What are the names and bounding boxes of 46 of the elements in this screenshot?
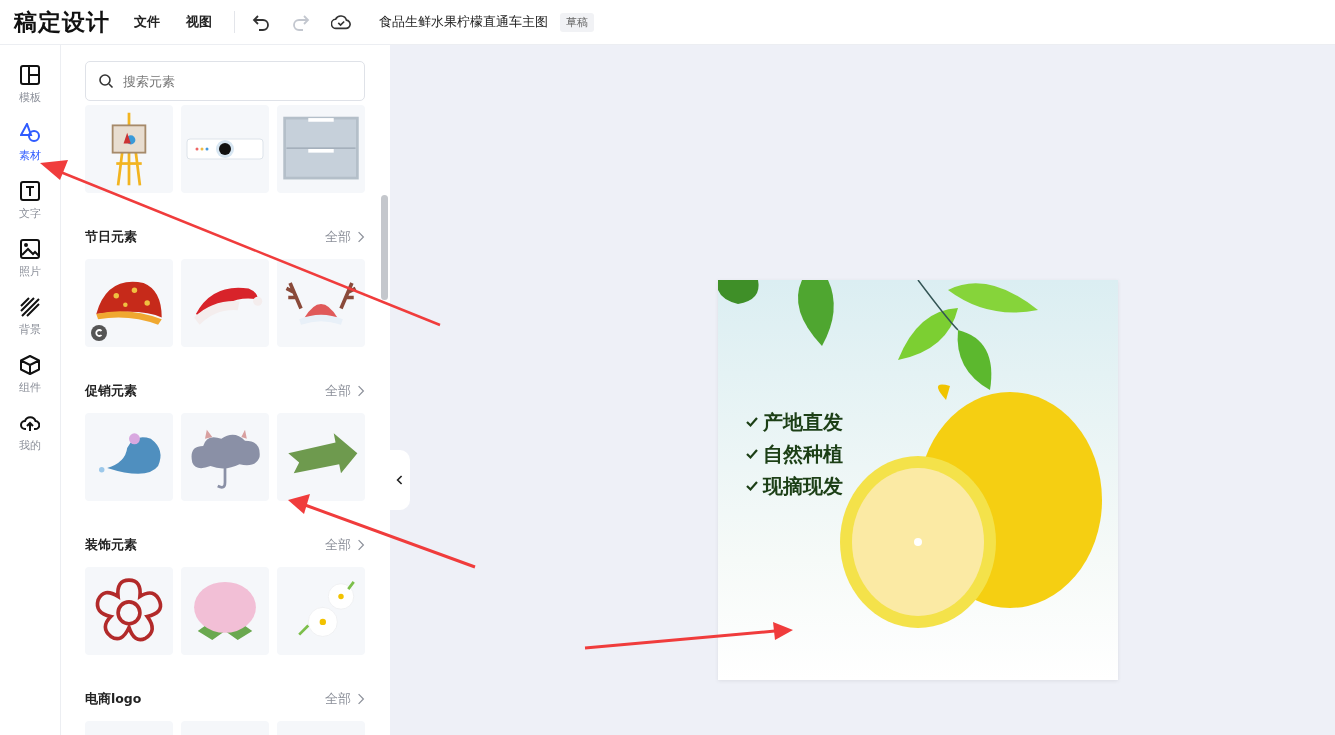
sidebar-tab[interactable]: 我的 <box>5 411 55 455</box>
stripes-icon <box>20 297 40 317</box>
see-all-link[interactable]: 全部 <box>325 382 365 400</box>
section-title: 节日元素 <box>85 228 137 246</box>
section-title: 促销元素 <box>85 382 137 400</box>
app-logo[interactable]: 稿定设计 <box>14 6 110 38</box>
chevron-right-icon <box>357 693 365 705</box>
cloud-upload-icon <box>20 413 40 433</box>
sidebar-tab[interactable]: 组件 <box>5 353 55 397</box>
sidebar-tab[interactable]: 模板 <box>5 63 55 107</box>
sidebar-tab[interactable]: 背景 <box>5 295 55 339</box>
sidebar-tab[interactable]: 照片 <box>5 237 55 281</box>
see-all-link[interactable]: 全部 <box>325 536 365 554</box>
feature-text: 自然种植 <box>763 441 843 468</box>
text-icon <box>20 181 40 201</box>
copyright-icon <box>91 325 107 341</box>
chevron-right-icon <box>357 539 365 551</box>
section-title: 电商logo <box>85 690 142 708</box>
status-badge: 草稿 <box>560 12 594 32</box>
sidebar-tab[interactable]: 文字 <box>5 179 55 223</box>
search-icon <box>98 73 114 89</box>
layout-icon <box>20 65 40 85</box>
search-field[interactable]: 搜索元素 <box>85 61 365 101</box>
chevron-left-icon <box>396 474 404 486</box>
undo-icon <box>251 12 271 32</box>
see-all-link[interactable]: 全部 <box>325 690 365 708</box>
document-title[interactable]: 食品生鲜水果柠檬直通车主图 <box>379 13 548 31</box>
chevron-right-icon <box>357 385 365 397</box>
see-all-link[interactable]: 全部 <box>325 228 365 246</box>
chevron-right-icon <box>357 231 365 243</box>
image-icon <box>20 239 40 259</box>
menu-item[interactable]: 视图 <box>178 9 220 35</box>
check-icon <box>746 416 758 428</box>
check-icon <box>746 480 758 492</box>
scrollbar[interactable] <box>381 195 388 300</box>
sticker-thumbnail[interactable] <box>181 105 269 193</box>
menu-item[interactable]: 文件 <box>126 9 168 35</box>
check-icon <box>746 448 758 460</box>
cloud-check-icon <box>331 12 351 32</box>
cube-icon <box>20 355 40 375</box>
section-title: 装饰元素 <box>85 536 137 554</box>
feature-text: 产地直发 <box>763 409 843 436</box>
sidebar-tab[interactable]: 素材 <box>5 121 55 165</box>
shapes-icon <box>20 123 40 143</box>
feature-text: 现摘现发 <box>763 473 843 500</box>
redo-icon <box>291 12 311 32</box>
